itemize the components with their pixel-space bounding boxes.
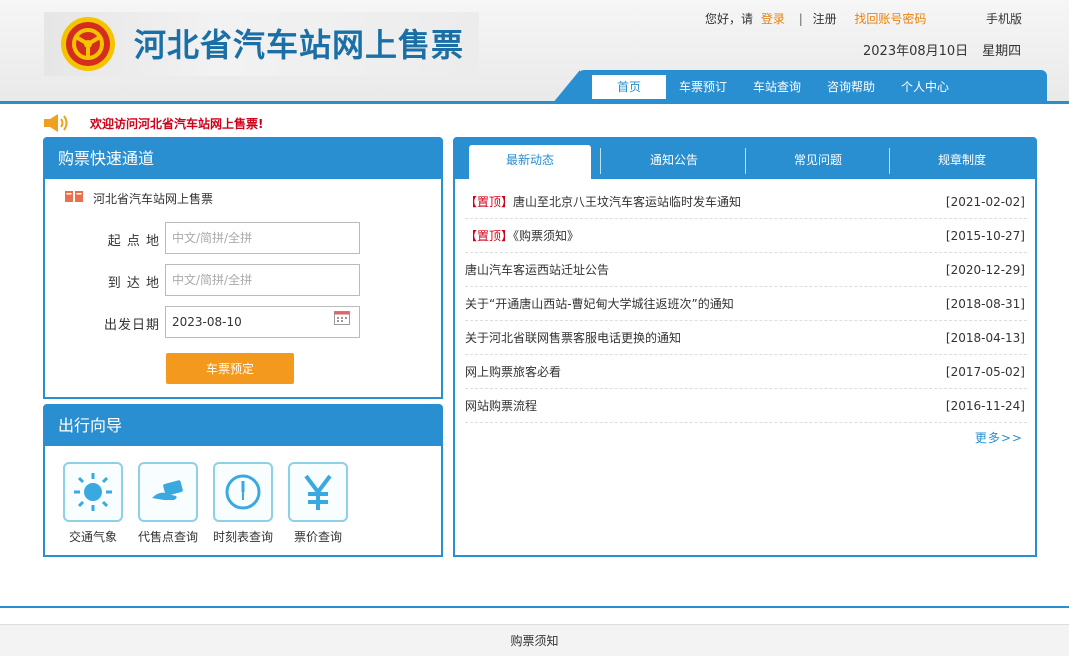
greeting-text: 您好，请 bbox=[705, 12, 754, 26]
quick-ticket-panel: 购票快速通道 河北省汽车站网上售票 起 点 地 到 达 地 出发日期 车票预定 bbox=[43, 137, 443, 399]
clock-icon bbox=[213, 462, 273, 522]
tab-regulations[interactable]: 规章制度 bbox=[901, 145, 1023, 179]
nav-station-query[interactable]: 车站查询 bbox=[740, 75, 814, 99]
news-title: 关于河北省联网售票客服电话更换的通知 bbox=[465, 331, 682, 345]
tab-divider bbox=[889, 148, 890, 174]
header-divider bbox=[0, 101, 1069, 104]
site-title: 河北省汽车站网上售票 bbox=[134, 26, 465, 64]
news-panel: 最新动态 通知公告 常见问题 规章制度 【置顶】唐山至北京八王坟汽车客运站临时发… bbox=[453, 137, 1037, 557]
bus-station-logo-icon bbox=[61, 17, 115, 71]
speaker-icon bbox=[44, 114, 68, 132]
quick-ticket-subtitle: 河北省汽车站网上售票 bbox=[93, 192, 214, 206]
ticket-hand-icon bbox=[138, 462, 198, 522]
news-date: [2015-10-27] bbox=[945, 229, 1025, 243]
sun-icon bbox=[63, 462, 123, 522]
news-title: 网上购票旅客必看 bbox=[465, 365, 562, 379]
tab-faq[interactable]: 常见问题 bbox=[757, 145, 879, 179]
recover-account-link[interactable]: 找回账号密码 bbox=[854, 12, 926, 26]
guide-agency-query[interactable]: 代售点查询 bbox=[128, 462, 208, 545]
date-value: 2023年08月10日 bbox=[863, 44, 969, 59]
nav-bar-corner bbox=[552, 70, 580, 104]
footer-divider bbox=[0, 606, 1069, 608]
footer: 购票须知 bbox=[0, 624, 1069, 656]
tab-notices[interactable]: 通知公告 bbox=[613, 145, 735, 179]
news-item[interactable]: 【置顶】《购票须知》 [2015-10-27] bbox=[465, 219, 1027, 253]
pinned-tag: 【置顶】 bbox=[465, 229, 514, 243]
news-date: [2016-11-24] bbox=[945, 399, 1025, 413]
register-link[interactable]: 注册 bbox=[813, 12, 837, 26]
current-date: 2023年08月10日 星期四 bbox=[863, 40, 1035, 59]
nav-home[interactable]: 首页 bbox=[592, 75, 666, 99]
guide-weather-label: 交通气象 bbox=[68, 530, 117, 544]
logo-banner: 河北省汽车站网上售票 bbox=[44, 12, 479, 76]
nav-help[interactable]: 咨询帮助 bbox=[814, 75, 888, 99]
nav-ticket-booking[interactable]: 车票预订 bbox=[666, 75, 740, 99]
book-icon bbox=[65, 191, 83, 202]
travel-guide-title: 出行向导 bbox=[45, 406, 441, 446]
user-links: 您好，请 登录 | 注册 找回账号密码 bbox=[705, 10, 930, 27]
mobile-version-link[interactable]: 手机版 bbox=[986, 10, 1022, 27]
site-header: 河北省汽车站网上售票 您好，请 登录 | 注册 找回账号密码 手机版 2023年… bbox=[0, 0, 1069, 104]
news-title: 唐山至北京八王坟汽车客运站临时发车通知 bbox=[513, 195, 742, 209]
news-title: 唐山汽车客运西站迁址公告 bbox=[465, 263, 610, 277]
departure-date-input[interactable] bbox=[165, 306, 360, 338]
guide-agency-query-label: 代售点查询 bbox=[137, 530, 198, 544]
news-list: 【置顶】唐山至北京八王坟汽车客运站临时发车通知 [2021-02-02] 【置顶… bbox=[465, 185, 1027, 423]
news-date: [2018-08-31] bbox=[945, 297, 1025, 311]
news-tabs: 最新动态 通知公告 常见问题 规章制度 bbox=[455, 139, 1035, 179]
ticket-notice-link[interactable]: 购票须知 bbox=[510, 634, 558, 648]
yen-icon bbox=[288, 462, 348, 522]
destination-input[interactable] bbox=[165, 264, 360, 296]
news-date: [2021-02-02] bbox=[945, 195, 1025, 209]
news-item[interactable]: 网上购票旅客必看 [2017-05-02] bbox=[465, 355, 1027, 389]
more-news-link[interactable]: 更多>> bbox=[975, 429, 1023, 446]
news-date: [2017-05-02] bbox=[945, 365, 1025, 379]
news-date: [2018-04-13] bbox=[945, 331, 1025, 345]
main-nav: 首页 车票预订 车站查询 咨询帮助 个人中心 bbox=[578, 70, 1047, 104]
origin-input[interactable] bbox=[165, 222, 360, 254]
tab-latest-news[interactable]: 最新动态 bbox=[469, 145, 591, 179]
destination-label: 到 达 地 bbox=[107, 276, 160, 291]
guide-timetable-query-label: 时刻表查询 bbox=[212, 530, 273, 544]
tab-divider bbox=[745, 148, 746, 174]
news-title: 关于“开通唐山西站-曹妃甸大学城往返班次”的通知 bbox=[465, 297, 734, 311]
divider: | bbox=[798, 12, 803, 26]
pinned-tag: 【置顶】 bbox=[465, 195, 514, 209]
calendar-icon[interactable] bbox=[334, 311, 350, 325]
news-item[interactable]: 关于河北省联网售票客服电话更换的通知 [2018-04-13] bbox=[465, 321, 1027, 355]
news-item[interactable]: 网站购票流程 [2016-11-24] bbox=[465, 389, 1027, 423]
guide-timetable-query[interactable]: 时刻表查询 bbox=[203, 462, 283, 545]
login-link[interactable]: 登录 bbox=[761, 12, 785, 26]
tab-divider bbox=[600, 148, 601, 174]
news-title: 网站购票流程 bbox=[465, 399, 538, 413]
guide-fare-query-label: 票价查询 bbox=[293, 530, 342, 544]
news-item[interactable]: 唐山汽车客运西站迁址公告 [2020-12-29] bbox=[465, 253, 1027, 287]
travel-guide-panel: 出行向导 交通气象 代售点查询 时刻表查询 票价查询 bbox=[43, 404, 443, 557]
guide-fare-query[interactable]: 票价查询 bbox=[278, 462, 358, 545]
departure-date-label: 出发日期 bbox=[103, 318, 160, 333]
weekday-value: 星期四 bbox=[982, 44, 1022, 59]
book-ticket-button[interactable]: 车票预定 bbox=[166, 353, 294, 384]
welcome-message: 欢迎访问河北省汽车站网上售票! bbox=[90, 117, 264, 131]
origin-label: 起 点 地 bbox=[107, 234, 160, 249]
nav-personal-center[interactable]: 个人中心 bbox=[888, 75, 962, 99]
guide-weather[interactable]: 交通气象 bbox=[53, 462, 133, 545]
quick-ticket-title: 购票快速通道 bbox=[45, 139, 441, 179]
news-item[interactable]: 关于“开通唐山西站-曹妃甸大学城往返班次”的通知 [2018-08-31] bbox=[465, 287, 1027, 321]
news-date: [2020-12-29] bbox=[945, 263, 1025, 277]
news-title: 《购票须知》 bbox=[513, 229, 580, 243]
news-item[interactable]: 【置顶】唐山至北京八王坟汽车客运站临时发车通知 [2021-02-02] bbox=[465, 185, 1027, 219]
